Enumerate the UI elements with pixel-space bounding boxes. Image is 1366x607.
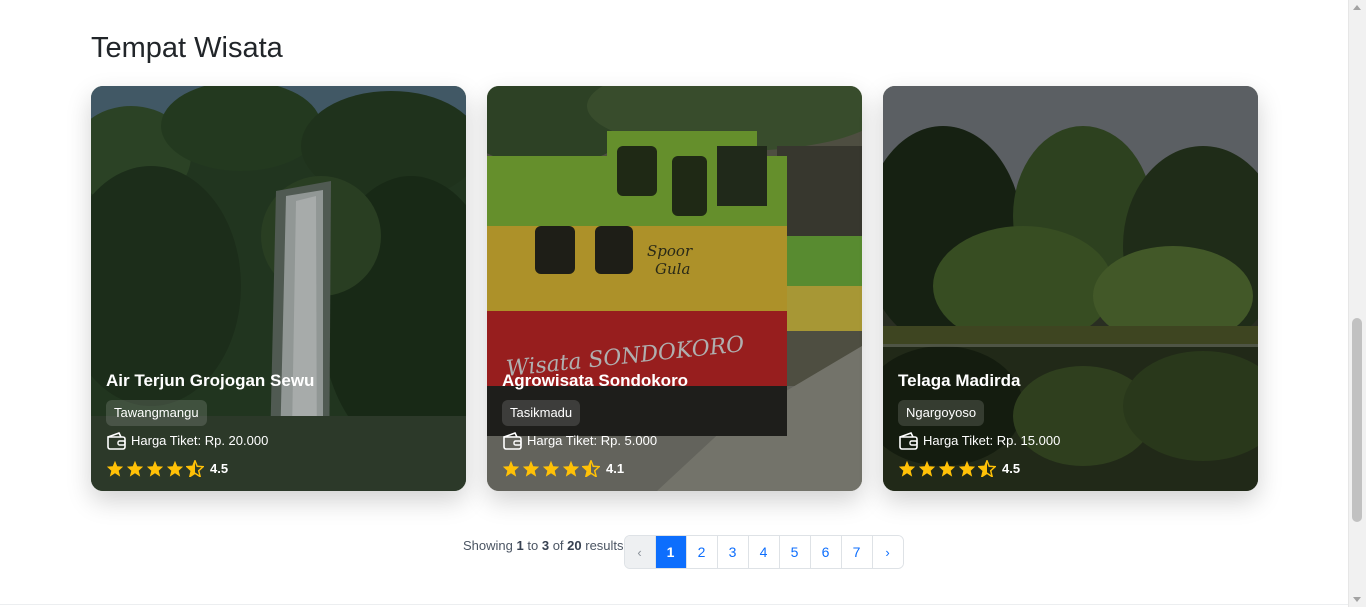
star-icon	[502, 460, 520, 477]
star-icon	[126, 460, 144, 477]
destination-card[interactable]: Wisata SONDOKORO Spoor Gula Agrowisata S…	[487, 86, 862, 491]
ticket-price: Harga Tiket: Rp. 15.000	[898, 432, 1243, 450]
page-button-3[interactable]: 3	[716, 536, 748, 568]
rating-value: 4.5	[210, 460, 229, 476]
scroll-up-arrow-icon[interactable]	[1353, 5, 1361, 10]
star-icon	[166, 460, 184, 477]
card-body: Agrowisata Sondokoro Tasikmadu Harga Tik…	[502, 370, 847, 477]
ticket-price-text: Harga Tiket: Rp. 5.000	[527, 433, 658, 448]
ticket-price: Harga Tiket: Rp. 5.000	[502, 432, 847, 450]
wallet-icon	[502, 432, 523, 450]
wallet-icon	[106, 432, 127, 450]
ticket-price-text: Harga Tiket: Rp. 15.000	[923, 433, 1061, 448]
card-body: Telaga Madirda Ngargoyoso Harga Tiket: R…	[898, 370, 1243, 477]
results-showing-label: Showing	[463, 537, 513, 553]
prev-page-button[interactable]: ‹	[624, 536, 655, 568]
results-label: results	[585, 537, 624, 553]
rating-value: 4.5	[1002, 460, 1021, 476]
page-button-6[interactable]: 6	[809, 536, 841, 568]
rating: 4.5	[898, 460, 1243, 477]
wallet-icon	[898, 432, 919, 450]
footer-divider	[0, 604, 1349, 605]
star-icon	[542, 460, 560, 477]
star-icon	[958, 460, 976, 477]
destination-card[interactable]: Telaga Madirda Ngargoyoso Harga Tiket: R…	[883, 86, 1258, 491]
star-icon	[522, 460, 540, 477]
card-title: Telaga Madirda	[898, 371, 1021, 390]
results-to-label: to	[527, 537, 539, 553]
scrollbar-thumb[interactable]	[1352, 318, 1362, 522]
page-button-5[interactable]: 5	[778, 536, 810, 568]
page-button-1[interactable]: 1	[654, 536, 686, 568]
star-icon	[918, 460, 936, 477]
page: Tempat Wisata Air Terjun Grojogan Sewu T…	[0, 0, 1366, 607]
page-button-4[interactable]: 4	[747, 536, 779, 568]
results-summary: Showing 1 to 3 of 20 results	[463, 538, 624, 553]
location-badge: Ngargoyoso	[898, 400, 985, 426]
scroll-down-arrow-icon[interactable]	[1353, 597, 1361, 602]
results-of-label: of	[552, 537, 564, 553]
star-half-icon	[186, 460, 204, 477]
location-badge: Tasikmadu	[502, 400, 581, 426]
results-total: 20	[567, 537, 582, 553]
star-half-icon	[978, 460, 996, 477]
star-half-icon	[582, 460, 600, 477]
star-icon	[938, 460, 956, 477]
star-icon	[146, 460, 164, 477]
card-body: Air Terjun Grojogan Sewu Tawangmangu Har…	[106, 370, 451, 477]
section-title: Tempat Wisata	[91, 32, 283, 64]
results-from: 1	[516, 537, 524, 553]
pagination: ‹ 1 2 3 4 5 6 7 ›	[623, 535, 904, 569]
page-button-7[interactable]: 7	[840, 536, 872, 568]
star-icon	[898, 460, 916, 477]
ticket-price-text: Harga Tiket: Rp. 20.000	[131, 433, 269, 448]
card-title: Air Terjun Grojogan Sewu	[106, 371, 315, 390]
destination-card[interactable]: Air Terjun Grojogan Sewu Tawangmangu Har…	[91, 86, 466, 491]
next-page-button[interactable]: ›	[871, 536, 903, 568]
location-badge: Tawangmangu	[106, 400, 207, 426]
star-icon	[106, 460, 124, 477]
rating-value: 4.1	[606, 460, 625, 476]
results-to: 3	[541, 537, 550, 553]
rating: 4.1	[502, 460, 847, 477]
star-icon	[562, 460, 580, 477]
card-title: Agrowisata Sondokoro	[502, 371, 689, 390]
ticket-price: Harga Tiket: Rp. 20.000	[106, 432, 451, 450]
vertical-scrollbar[interactable]	[1348, 0, 1366, 607]
pagination-area: Showing 1 to 3 of 20 results ‹ 1 2 3 4 5…	[463, 535, 904, 569]
main-content: Tempat Wisata Air Terjun Grojogan Sewu T…	[0, 0, 1349, 607]
page-button-2[interactable]: 2	[685, 536, 717, 568]
rating: 4.5	[106, 460, 451, 477]
